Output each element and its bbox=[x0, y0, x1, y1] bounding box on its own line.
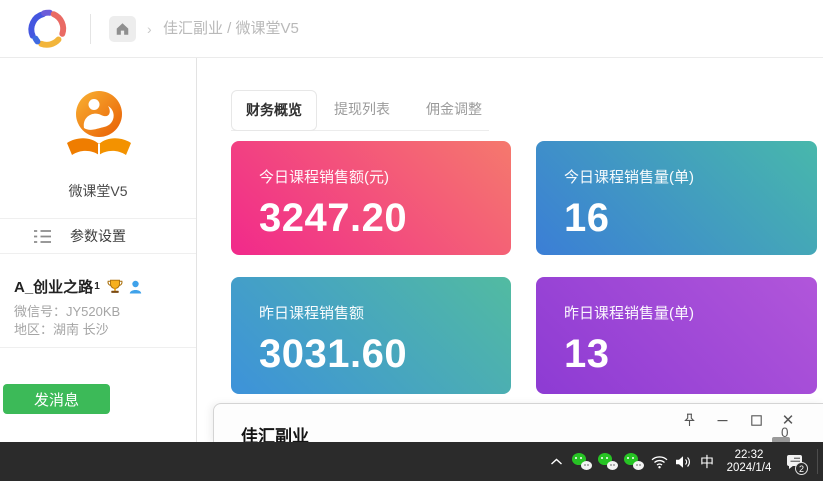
tray-chevron-up-icon[interactable] bbox=[543, 442, 569, 481]
popup-window: 佳汇副业 ✕ 0 bbox=[213, 403, 823, 443]
card-today-sales-amount: 今日课程销售额(元) 3247.20 bbox=[231, 141, 511, 255]
user-icon bbox=[129, 280, 142, 294]
card-yesterday-sales-count: 昨日课程销售量(单) 13 bbox=[536, 277, 817, 394]
taskbar-date: 2024/1/4 bbox=[727, 462, 772, 475]
profile-name: A_创业之路1 bbox=[14, 276, 142, 297]
windows-taskbar: 中 22:32 2024/1/4 2 bbox=[0, 442, 823, 481]
tab-finance-overview[interactable]: 财务概览 bbox=[231, 90, 317, 131]
tab-bar: 财务概览 提现列表 佣金调整 bbox=[231, 89, 489, 131]
app-logo-swirl-icon bbox=[24, 7, 70, 51]
list-icon bbox=[33, 229, 52, 244]
card-value: 3247.20 bbox=[259, 196, 511, 241]
pin-button[interactable] bbox=[678, 409, 700, 431]
tray-wechat-icon-2[interactable] bbox=[595, 442, 621, 481]
card-yesterday-sales-amount: 昨日课程销售额 3031.60 bbox=[231, 277, 511, 394]
trophy-icon bbox=[107, 279, 123, 294]
home-button[interactable] bbox=[109, 16, 136, 42]
notification-badge: 2 bbox=[795, 462, 808, 475]
card-label: 今日课程销售量(单) bbox=[564, 166, 817, 187]
home-icon bbox=[115, 22, 130, 36]
taskbar-clock[interactable]: 22:32 2024/1/4 bbox=[719, 442, 779, 481]
card-label: 昨日课程销售量(单) bbox=[564, 302, 817, 323]
card-label: 昨日课程销售额 bbox=[259, 302, 511, 323]
minimize-button[interactable] bbox=[711, 409, 733, 431]
main-content: 财务概览 提现列表 佣金调整 今日课程销售额(元) 3247.20 今日课程销售… bbox=[198, 58, 823, 442]
maximize-icon bbox=[751, 415, 762, 426]
tab-withdrawal-list[interactable]: 提现列表 bbox=[334, 89, 390, 130]
breadcrumb[interactable]: 佳汇副业 / 微课堂V5 bbox=[163, 0, 299, 58]
sidebar-item-settings[interactable]: 参数设置 bbox=[0, 218, 196, 254]
screen: › 佳汇副业 / 微课堂V5 微课堂V5 bbox=[0, 0, 823, 481]
card-value: 3031.60 bbox=[259, 332, 511, 377]
profile-region: 地区：湖南 长沙 bbox=[14, 319, 109, 338]
card-value: 16 bbox=[564, 196, 817, 241]
minimize-icon bbox=[717, 415, 728, 426]
tray-wechat-icon-3[interactable] bbox=[621, 442, 647, 481]
profile-name-suffix: 1 bbox=[94, 281, 100, 292]
tab-commission-adjust[interactable]: 佣金调整 bbox=[426, 89, 482, 130]
send-message-button[interactable]: 发消息 bbox=[3, 384, 110, 414]
maximize-button[interactable] bbox=[745, 409, 767, 431]
app-header: › 佳汇副业 / 微课堂V5 bbox=[0, 0, 823, 58]
wifi-icon[interactable] bbox=[647, 442, 671, 481]
org-logo-icon bbox=[64, 88, 134, 166]
card-label: 今日课程销售额(元) bbox=[259, 166, 511, 187]
tray-wechat-icon-1[interactable] bbox=[569, 442, 595, 481]
ime-indicator[interactable]: 中 bbox=[695, 442, 719, 481]
breadcrumb-chevron-icon: › bbox=[147, 0, 152, 58]
profile-divider bbox=[0, 347, 196, 348]
header-divider bbox=[90, 14, 91, 44]
stat-cards: 今日课程销售额(元) 3247.20 今日课程销售量(单) 16 昨日课程销售额… bbox=[231, 141, 817, 394]
system-tray: 中 22:32 2024/1/4 2 bbox=[543, 442, 823, 481]
profile-nickname: A_创业之路 bbox=[14, 276, 93, 297]
pin-icon bbox=[683, 413, 696, 427]
sidebar-app-name: 微课堂V5 bbox=[0, 181, 196, 201]
volume-icon[interactable] bbox=[671, 442, 695, 481]
card-value: 13 bbox=[564, 332, 817, 377]
sidebar-item-label: 参数设置 bbox=[70, 226, 126, 246]
show-desktop-divider[interactable] bbox=[817, 449, 818, 474]
taskbar-time: 22:32 bbox=[727, 449, 772, 462]
sidebar: 微课堂V5 参数设置 A_创业之路1 bbox=[0, 58, 197, 442]
profile-wechat-id: 微信号：JY520KB bbox=[14, 301, 120, 320]
card-today-sales-count: 今日课程销售量(单) 16 bbox=[536, 141, 817, 255]
notification-center-button[interactable]: 2 bbox=[779, 442, 809, 481]
